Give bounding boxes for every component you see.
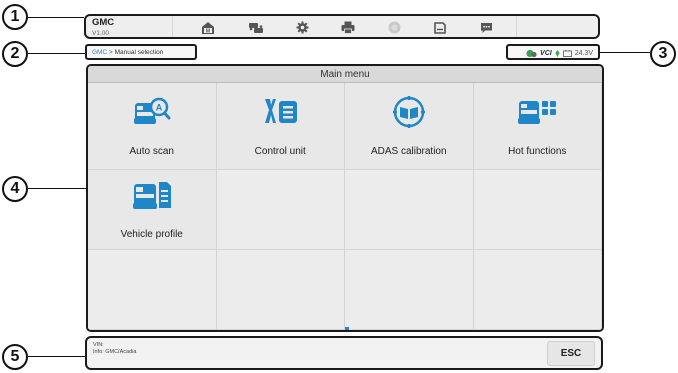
settings-button[interactable] bbox=[284, 18, 320, 37]
function-grid: A Auto scan Control unit ADAS calibratio… bbox=[88, 83, 602, 330]
adas-calibration-icon bbox=[392, 96, 425, 128]
empty-tile bbox=[216, 250, 345, 330]
svg-text:A: A bbox=[156, 103, 163, 113]
empty-tile bbox=[473, 250, 602, 330]
adas-calibration-label: ADAS calibration bbox=[370, 146, 447, 157]
vehicle-info: VIN: Info: GMC/Acadia bbox=[93, 342, 136, 356]
battery-voltage: 24.3V bbox=[574, 50, 593, 57]
vehicle-title: GMC V1.00 bbox=[92, 18, 114, 39]
vehicle-make: GMC bbox=[92, 17, 115, 28]
vehicle-profile-label: Vehicle profile bbox=[120, 229, 183, 240]
control-unit-tile[interactable]: Control unit bbox=[216, 83, 345, 170]
callout-2: 2 bbox=[2, 41, 28, 67]
page-indicator bbox=[345, 327, 349, 330]
adas-calibration-tile[interactable]: ADAS calibration bbox=[345, 83, 474, 170]
auto-scan-label: Auto scan bbox=[129, 146, 174, 157]
top-toolbar: GMC V1.00 M bbox=[84, 14, 600, 39]
breadcrumb-current: Manual selection bbox=[114, 49, 164, 56]
empty-tile bbox=[88, 250, 217, 330]
vehicle-swap-icon bbox=[249, 22, 263, 33]
home-button[interactable]: M bbox=[190, 18, 226, 37]
vci-link-icon bbox=[555, 50, 560, 57]
callout-1: 1 bbox=[2, 4, 28, 30]
help-icon bbox=[388, 21, 400, 34]
data-logging-icon bbox=[480, 22, 492, 33]
status-bar: VCI 24.3V bbox=[506, 44, 600, 60]
print-icon bbox=[341, 21, 355, 34]
callout-5-leader bbox=[28, 356, 85, 357]
vin-line: VIN: bbox=[93, 342, 104, 348]
callout-4-leader bbox=[28, 188, 86, 189]
software-version: V1.00 bbox=[92, 30, 109, 37]
network-status-icon bbox=[526, 49, 537, 58]
help-button[interactable] bbox=[376, 18, 412, 37]
vehicle-swap-button[interactable] bbox=[238, 18, 274, 37]
save-icon bbox=[434, 21, 446, 34]
save-button[interactable] bbox=[422, 18, 458, 37]
vci-status: VCI bbox=[540, 50, 552, 57]
breadcrumb-make-link[interactable]: GMC bbox=[92, 49, 107, 56]
battery-icon bbox=[562, 50, 572, 57]
auto-scan-tile[interactable]: A Auto scan bbox=[88, 83, 217, 170]
empty-tile bbox=[345, 250, 474, 330]
auto-scan-icon: A bbox=[133, 97, 171, 124]
control-unit-label: Control unit bbox=[254, 146, 306, 157]
toolbar-divider bbox=[516, 16, 517, 37]
settings-icon bbox=[296, 21, 308, 34]
callout-5: 5 bbox=[2, 344, 28, 370]
data-logging-button[interactable] bbox=[468, 18, 504, 37]
control-unit-icon bbox=[265, 99, 298, 123]
info-line: Info: GMC/Acadia bbox=[93, 349, 137, 355]
empty-tile bbox=[345, 170, 474, 250]
svg-text:M: M bbox=[206, 28, 210, 34]
callout-1-leader bbox=[28, 17, 84, 18]
breadcrumb-separator: > bbox=[107, 49, 115, 56]
main-menu-title: Main menu bbox=[88, 66, 602, 83]
main-menu-panel: Main menu A Auto scan Control unit ADAS … bbox=[86, 64, 604, 332]
hot-functions-label: Hot functions bbox=[508, 146, 567, 157]
toolbar-divider bbox=[172, 16, 173, 37]
callout-3: 3 bbox=[650, 41, 676, 67]
print-button[interactable] bbox=[330, 18, 366, 37]
hot-functions-tile[interactable]: Hot functions bbox=[473, 83, 602, 170]
callout-4: 4 bbox=[2, 176, 28, 202]
vehicle-profile-icon bbox=[132, 182, 171, 209]
breadcrumb: GMC > Manual selection bbox=[85, 44, 197, 60]
empty-tile bbox=[216, 170, 345, 250]
empty-tile bbox=[473, 170, 602, 250]
bottom-bar: VIN: Info: GMC/Acadia ESC bbox=[85, 336, 603, 370]
esc-button[interactable]: ESC bbox=[547, 341, 595, 366]
callout-2-leader bbox=[28, 53, 85, 54]
hot-functions-icon bbox=[518, 101, 557, 124]
home-icon: M bbox=[202, 21, 214, 34]
vehicle-profile-tile[interactable]: Vehicle profile bbox=[88, 170, 217, 250]
callout-3-leader bbox=[600, 52, 650, 53]
